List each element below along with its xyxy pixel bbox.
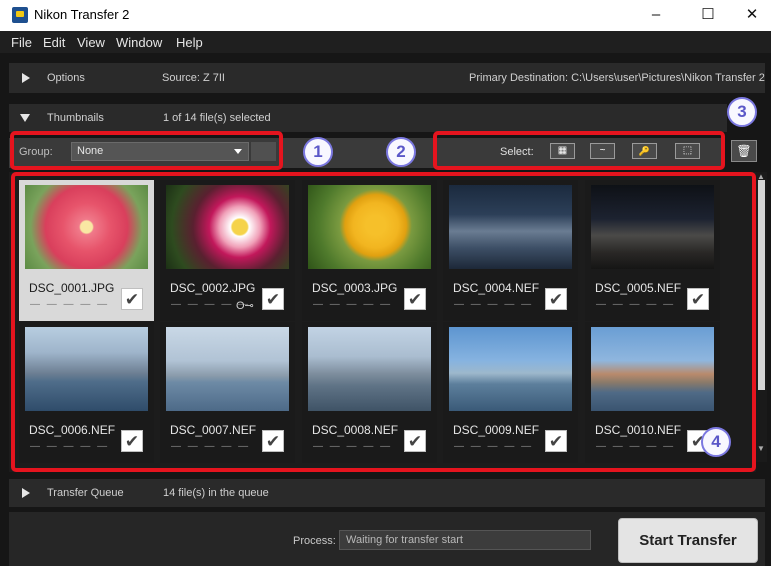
scroll-thumb[interactable] — [758, 180, 765, 390]
menu-help[interactable]: Help — [176, 35, 203, 50]
menu-file[interactable]: File — [11, 35, 32, 50]
delete-button[interactable]: 🗑 — [731, 140, 757, 162]
trash-icon: 🗑 — [736, 144, 752, 158]
minimize-button[interactable]: – — [633, 0, 679, 30]
maximize-button[interactable]: ☐ — [685, 0, 731, 30]
scroll-down-icon[interactable]: ▼ — [757, 444, 765, 453]
highlight-grid-box — [11, 172, 756, 472]
nikon-transfer-app-icon — [12, 7, 28, 23]
highlight-select-box — [433, 131, 725, 170]
thumbnails-label: Thumbnails — [47, 112, 104, 124]
callout-badge-1: 1 — [303, 137, 333, 167]
process-status-field: Waiting for transfer start — [339, 530, 591, 550]
selection-status: 1 of 14 file(s) selected — [163, 112, 271, 124]
process-label: Process: — [293, 535, 336, 547]
highlight-group-box — [10, 131, 283, 170]
source-label: Source: Z 7II — [162, 72, 225, 84]
transfer-queue-label: Transfer Queue — [47, 487, 124, 499]
primary-destination-label: Primary Destination: C:\Users\user\Pictu… — [469, 72, 765, 84]
expand-arrow-icon[interactable] — [22, 488, 30, 498]
menu-edit[interactable]: Edit — [43, 35, 65, 50]
callout-badge-4: 4 — [701, 427, 731, 457]
menu-window[interactable]: Window — [116, 35, 162, 50]
callout-badge-3: 3 — [727, 97, 757, 127]
window-title: Nikon Transfer 2 — [34, 7, 130, 22]
start-transfer-button[interactable]: Start Transfer — [618, 518, 758, 563]
callout-badge-2: 2 — [386, 137, 416, 167]
thumbnails-bar[interactable] — [9, 104, 727, 132]
queue-status: 14 file(s) in the queue — [163, 487, 269, 499]
expand-arrow-icon[interactable] — [22, 73, 30, 83]
close-button[interactable]: ✕ — [729, 0, 771, 30]
menu-view[interactable]: View — [77, 35, 105, 50]
collapse-arrow-icon[interactable] — [20, 114, 30, 122]
options-label: Options — [47, 72, 85, 84]
